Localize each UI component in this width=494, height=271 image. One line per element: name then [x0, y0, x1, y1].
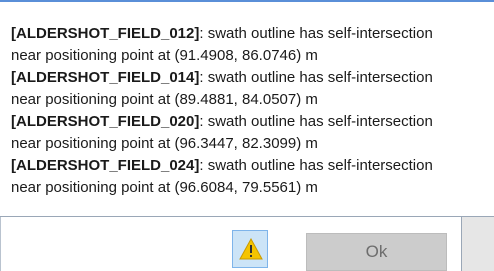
message-line: [ALDERSHOT_FIELD_012]: swath outline has… — [11, 23, 494, 45]
frame-left-edge — [0, 217, 1, 271]
error-text: : swath outline has self-intersection — [199, 113, 433, 130]
message-line: [ALDERSHOT_FIELD_024]: swath outline has… — [11, 155, 494, 177]
warning-button[interactable] — [232, 230, 268, 268]
message-text: [ALDERSHOT_FIELD_012]: swath outline has… — [11, 23, 494, 199]
warning-dialog: [ALDERSHOT_FIELD_012]: swath outline has… — [0, 0, 494, 271]
error-text: : swath outline has self-intersection — [199, 25, 433, 42]
message-detail: near positioning point at (91.4908, 86.0… — [11, 47, 318, 64]
message-line: [ALDERSHOT_FIELD_014]: swath outline has… — [11, 67, 494, 89]
warning-triangle-icon — [239, 238, 263, 260]
field-name: [ALDERSHOT_FIELD_020] — [11, 113, 200, 130]
field-name: [ALDERSHOT_FIELD_014] — [11, 69, 200, 86]
message-line: [ALDERSHOT_FIELD_020]: swath outline has… — [11, 111, 494, 133]
field-name: [ALDERSHOT_FIELD_024] — [11, 157, 200, 174]
error-text: : swath outline has self-intersection — [199, 69, 433, 86]
message-detail: near positioning point at (96.6084, 79.5… — [11, 179, 318, 196]
right-margin-strip — [462, 217, 494, 271]
ok-button[interactable]: Ok — [306, 233, 447, 271]
message-panel: [ALDERSHOT_FIELD_012]: swath outline has… — [0, 0, 494, 216]
message-detail: near positioning point at (89.4881, 84.0… — [11, 91, 318, 108]
error-text: : swath outline has self-intersection — [199, 157, 433, 174]
message-detail: near positioning point at (96.3447, 82.3… — [11, 135, 318, 152]
field-name: [ALDERSHOT_FIELD_012] — [11, 25, 200, 42]
